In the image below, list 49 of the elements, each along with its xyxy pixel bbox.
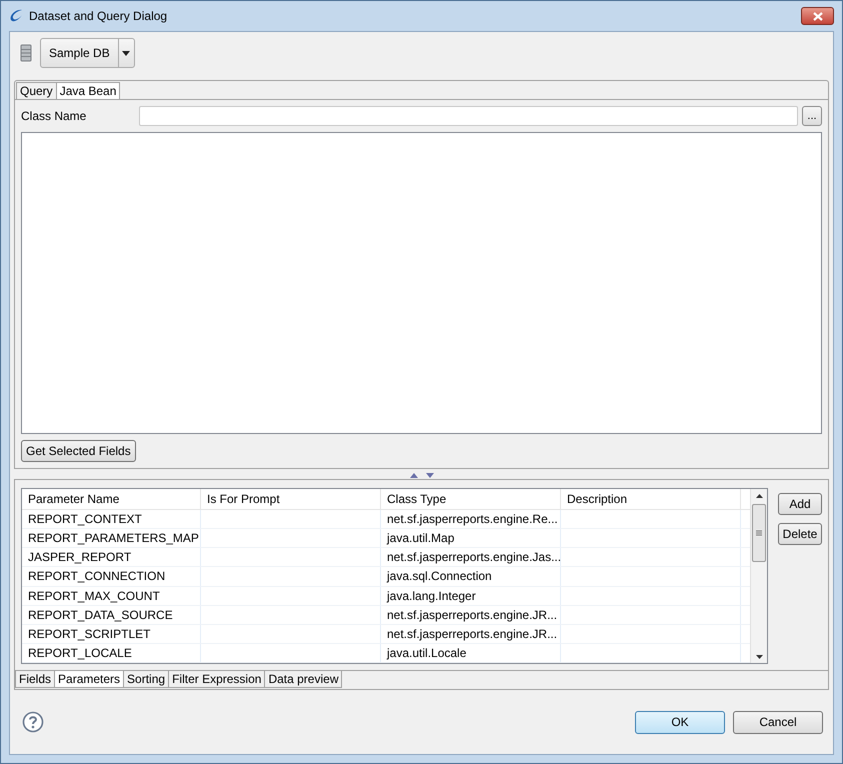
scroll-up-icon[interactable]	[756, 494, 762, 498]
table-cell: net.sf.jasperreports.engine.Jas...	[381, 548, 561, 566]
tab[interactable]: Filter Expression	[168, 671, 266, 688]
grip-icon	[756, 530, 762, 536]
column-header[interactable]: Class Type	[381, 489, 561, 510]
app-logo-icon	[8, 9, 24, 23]
column-header[interactable]: Description	[561, 489, 741, 510]
tab[interactable]: Sorting	[123, 671, 170, 688]
column-header[interactable]: Is For Prompt	[201, 489, 381, 510]
close-icon	[812, 12, 822, 20]
table-cell: REPORT_CONTEXT	[22, 510, 201, 528]
splitter-handle-icon[interactable]	[410, 473, 434, 479]
close-button[interactable]	[801, 7, 834, 25]
class-name-label: Class Name	[21, 109, 88, 123]
tab[interactable]: Query	[16, 82, 57, 99]
class-name-field[interactable]	[139, 106, 798, 126]
data-source-dropdown[interactable]: Sample DB	[40, 38, 135, 68]
scrollbar[interactable]	[750, 489, 767, 663]
table-action-button[interactable]: Delete	[778, 523, 822, 545]
tab[interactable]: Parameters	[54, 671, 124, 688]
table-cell: net.sf.jasperreports.engine.Re...	[381, 510, 561, 528]
table-action-button[interactable]: Add	[778, 493, 822, 515]
table-cell: REPORT_PARAMETERS_MAP	[22, 529, 201, 548]
table-cell: REPORT_DATA_SOURCE	[22, 606, 201, 624]
table-cell: java.util.Map	[381, 529, 561, 548]
table-cell: REPORT_LOCALE	[22, 644, 201, 662]
table-cell: REPORT_CONNECTION	[22, 567, 201, 586]
tab[interactable]: Data preview	[264, 671, 342, 688]
table-cell: java.lang.Integer	[381, 586, 561, 605]
caret-icon	[122, 50, 130, 56]
tab[interactable]: Fields	[15, 671, 56, 688]
table-cell: net.sf.jasperreports.engine.JR...	[381, 606, 561, 624]
table-cell: REPORT_SCRIPTLET	[22, 624, 201, 643]
help-icon[interactable]	[22, 711, 44, 733]
table-cell: java.util.Locale	[381, 644, 561, 662]
column-header[interactable]: Parameter Name	[22, 489, 201, 510]
table-cell: java.sql.Connection	[381, 567, 561, 586]
window-title: Dataset and Query Dialog	[29, 9, 168, 23]
tab[interactable]: Java Bean	[56, 82, 120, 99]
get-selected-fields-button[interactable]: Get Selected Fields	[21, 440, 136, 462]
fields-list[interactable]	[21, 132, 822, 434]
database-icon	[20, 44, 32, 62]
browse-button[interactable]: ...	[802, 106, 822, 126]
scroll-down-icon[interactable]	[756, 655, 762, 659]
table-cell: JASPER_REPORT	[22, 548, 201, 566]
dialog-button[interactable]: Cancel	[733, 710, 823, 734]
dialog-button[interactable]: OK	[635, 710, 725, 734]
table-cell: net.sf.jasperreports.engine.JR...	[381, 624, 561, 643]
table-cell: REPORT_MAX_COUNT	[22, 586, 201, 605]
